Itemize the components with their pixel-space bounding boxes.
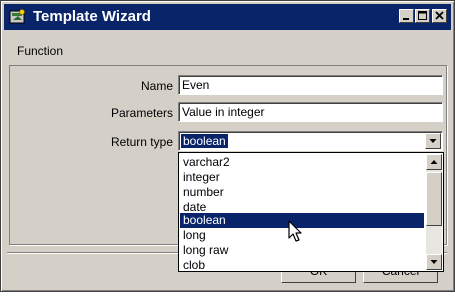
template-wizard-window: Template Wizard Function Name Even Param… (0, 0, 455, 292)
wizard-app-icon (9, 8, 27, 26)
maximize-icon (418, 11, 427, 20)
scroll-down-button[interactable] (426, 254, 442, 270)
scroll-up-button[interactable] (426, 154, 442, 170)
window-title: Template Wizard (33, 8, 151, 25)
dropdown-option-number[interactable]: number (180, 185, 424, 200)
return-type-value: boolean (181, 134, 228, 148)
arrow-up-icon (430, 160, 438, 164)
close-button[interactable] (432, 9, 447, 23)
close-icon (435, 11, 444, 20)
parameters-label: Parameters (110, 106, 173, 120)
return-type-combobox[interactable]: boolean (178, 131, 443, 151)
function-section-label: Function (17, 44, 64, 58)
dropdown-option-long-raw[interactable]: long raw (180, 243, 424, 258)
dropdown-option-clob[interactable]: clob (180, 258, 424, 271)
maximize-button[interactable] (415, 9, 430, 23)
chevron-down-icon (429, 139, 437, 143)
name-input[interactable]: Even (178, 75, 443, 95)
minimize-button[interactable] (399, 9, 414, 23)
dropdown-scrollbar[interactable] (426, 154, 442, 270)
return-type-dropdown-list[interactable]: varchar2 integer number date boolean lon… (178, 152, 444, 272)
mouse-pointer-icon (288, 220, 302, 242)
arrow-down-icon (430, 260, 438, 264)
return-type-label: Return type (110, 135, 173, 149)
dropdown-option-integer[interactable]: integer (180, 170, 424, 185)
dropdown-option-varchar2[interactable]: varchar2 (180, 155, 424, 170)
minimize-icon (403, 18, 409, 20)
title-bar[interactable]: Template Wizard (4, 4, 451, 30)
scroll-thumb[interactable] (426, 172, 442, 226)
combobox-dropdown-button[interactable] (425, 133, 441, 149)
name-label: Name (140, 79, 173, 93)
parameters-input[interactable]: Value in integer (178, 102, 443, 122)
